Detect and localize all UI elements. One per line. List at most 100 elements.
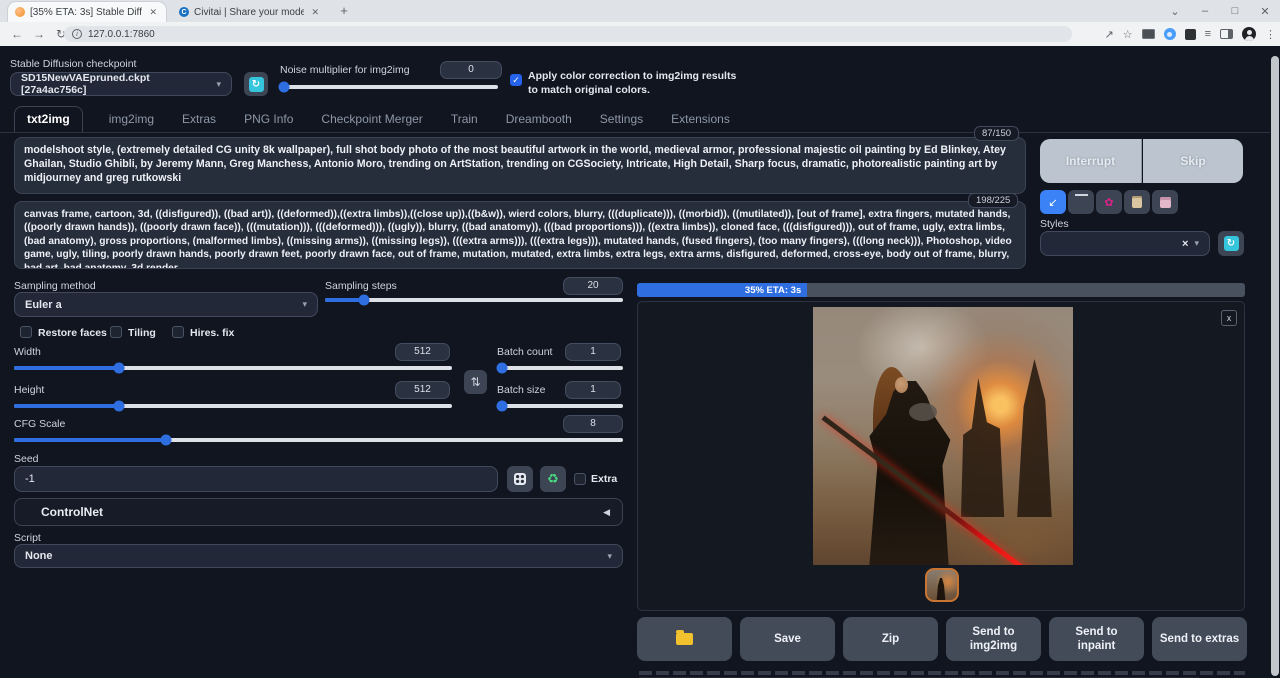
chevron-down-icon: ▾: [607, 551, 612, 562]
restore-faces-checkbox[interactable]: [20, 326, 32, 338]
random-seed-button[interactable]: [507, 466, 533, 492]
browser-tab-stable-diffusion[interactable]: [35% ETA: 3s] Stable Diffusion ✕: [8, 2, 166, 22]
tab-close-icon[interactable]: ✕: [309, 7, 321, 18]
tab-settings[interactable]: Settings: [598, 107, 645, 133]
skip-button[interactable]: Skip: [1143, 139, 1243, 183]
checkpoint-value: SD15NewVAEpruned.ckpt [27a4ac756c]: [21, 72, 216, 96]
address-bar[interactable]: i 127.0.0.1:7860: [64, 26, 1072, 42]
clear-styles-icon[interactable]: ×: [1182, 238, 1188, 250]
batch-count-slider[interactable]: [497, 366, 623, 370]
color-correction-checkbox[interactable]: ✓: [510, 74, 522, 86]
tab-png-info[interactable]: PNG Info: [242, 107, 295, 133]
tab-extras[interactable]: Extras: [180, 107, 218, 133]
gallery-thumbnail[interactable]: [925, 568, 959, 602]
width-label: Width: [14, 346, 41, 358]
browser-tabstrip: [35% ETA: 3s] Stable Diffusion ✕ C Civit…: [0, 0, 1280, 22]
batch-count-label: Batch count: [497, 346, 552, 358]
height-value[interactable]: 512: [395, 381, 450, 399]
batch-count-value[interactable]: 1: [565, 343, 621, 361]
swap-width-height-button[interactable]: ⇅: [464, 370, 487, 394]
close-image-button[interactable]: x: [1221, 310, 1237, 326]
clear-prompt-button[interactable]: [1068, 190, 1094, 214]
paste-generation-params-button[interactable]: ↙: [1040, 190, 1066, 214]
figure-face: [895, 377, 908, 393]
extension-icon[interactable]: [1142, 29, 1155, 39]
tab-checkpoint-merger[interactable]: Checkpoint Merger: [319, 107, 424, 133]
tiling-label: Tiling: [128, 327, 156, 339]
hires-fix-checkbox[interactable]: [172, 326, 184, 338]
more-menu-icon[interactable]: ⋮: [1265, 28, 1276, 41]
chrome-menu-chevron-icon[interactable]: ⌄: [1160, 5, 1190, 18]
close-window-button[interactable]: ✕: [1250, 5, 1280, 18]
styles-refresh-button[interactable]: ↻: [1218, 231, 1244, 256]
progress-fill: 35% ETA: 3s: [637, 283, 807, 297]
browser-tab-civitai[interactable]: C Civitai | Share your models ✕: [172, 2, 328, 22]
generated-image[interactable]: [813, 307, 1073, 565]
checkpoint-refresh-button[interactable]: ↻: [244, 72, 268, 96]
height-slider[interactable]: [14, 404, 452, 408]
sampling-steps-label: Sampling steps: [325, 280, 397, 292]
sampling-steps-slider[interactable]: [325, 298, 623, 302]
send-to-inpaint-button[interactable]: Send to inpaint: [1049, 617, 1144, 661]
styles-dropdown[interactable]: × ▾: [1040, 231, 1210, 256]
sampling-steps-value[interactable]: 20: [563, 277, 623, 295]
apply-styles-button[interactable]: [1124, 190, 1150, 214]
tab-train[interactable]: Train: [449, 107, 480, 133]
extra-seed-checkbox[interactable]: [574, 473, 586, 485]
page-scrollbar[interactable]: [1271, 56, 1279, 676]
forward-button[interactable]: →: [28, 27, 50, 41]
noise-multiplier-slider[interactable]: [280, 85, 498, 89]
tab-extensions[interactable]: Extensions: [669, 107, 732, 133]
batch-size-slider[interactable]: [497, 404, 623, 408]
extensions-puzzle-icon[interactable]: [1185, 29, 1196, 40]
reuse-seed-button[interactable]: ♻: [540, 466, 566, 492]
width-value[interactable]: 512: [395, 343, 450, 361]
burning-castle-silhouette: [961, 359, 1069, 517]
zip-button[interactable]: Zip: [843, 617, 938, 661]
new-tab-button[interactable]: +: [336, 3, 352, 19]
cfg-scale-slider[interactable]: [14, 438, 623, 442]
sampling-method-dropdown[interactable]: Euler a ▾: [14, 292, 318, 317]
maximize-button[interactable]: □: [1220, 5, 1250, 17]
width-slider[interactable]: [14, 366, 452, 370]
save-button[interactable]: Save: [740, 617, 835, 661]
seed-input[interactable]: -1: [14, 466, 498, 492]
open-folder-button[interactable]: [637, 617, 732, 661]
toolbar-icons: ↗ ☆ ≡ ⋮: [1104, 22, 1276, 46]
cfg-scale-value[interactable]: 8: [563, 415, 623, 433]
tab-dreambooth[interactable]: Dreambooth: [504, 107, 574, 133]
folder-icon: [676, 633, 693, 645]
extra-networks-button[interactable]: ✿: [1096, 190, 1122, 214]
save-style-button[interactable]: [1152, 190, 1178, 214]
back-button[interactable]: ←: [6, 27, 28, 41]
interrupt-button[interactable]: Interrupt: [1040, 139, 1142, 183]
share-icon[interactable]: ↗: [1104, 28, 1113, 41]
side-panel-icon[interactable]: [1220, 29, 1233, 39]
extension-blue-icon[interactable]: [1164, 28, 1176, 40]
site-info-icon[interactable]: i: [72, 29, 82, 39]
controlnet-title: ControlNet: [41, 505, 103, 519]
script-dropdown[interactable]: None ▾: [14, 544, 623, 568]
tab-img2img[interactable]: img2img: [107, 107, 156, 133]
tab-close-icon[interactable]: ✕: [147, 7, 159, 18]
checkpoint-dropdown[interactable]: SD15NewVAEpruned.ckpt [27a4ac756c] ▾: [10, 72, 232, 96]
generation-info-text: [639, 671, 1245, 675]
swap-icon: ⇅: [470, 375, 480, 389]
noise-multiplier-value[interactable]: 0: [440, 61, 502, 79]
url-text: 127.0.0.1:7860: [88, 29, 155, 40]
profile-avatar[interactable]: [1242, 27, 1256, 41]
tiling-checkbox[interactable]: [110, 326, 122, 338]
controlnet-accordion[interactable]: ControlNet ◀: [14, 498, 623, 526]
batch-size-value[interactable]: 1: [565, 381, 621, 399]
prompt-textarea[interactable]: modelshoot style, (extremely detailed CG…: [14, 137, 1026, 194]
minimize-button[interactable]: –: [1190, 5, 1220, 17]
script-label: Script: [14, 532, 41, 544]
negative-prompt-textarea[interactable]: canvas frame, cartoon, 3d, ((disfigured)…: [14, 201, 1026, 269]
bookmark-star-icon[interactable]: ☆: [1123, 28, 1133, 41]
send-to-img2img-button[interactable]: Send to img2img: [946, 617, 1041, 661]
negative-prompt-token-counter: 198/225: [968, 193, 1018, 208]
height-label: Height: [14, 384, 44, 396]
tab-txt2img[interactable]: txt2img: [14, 106, 83, 133]
send-to-extras-button[interactable]: Send to extras: [1152, 617, 1247, 661]
reading-list-icon[interactable]: ≡: [1205, 28, 1211, 40]
